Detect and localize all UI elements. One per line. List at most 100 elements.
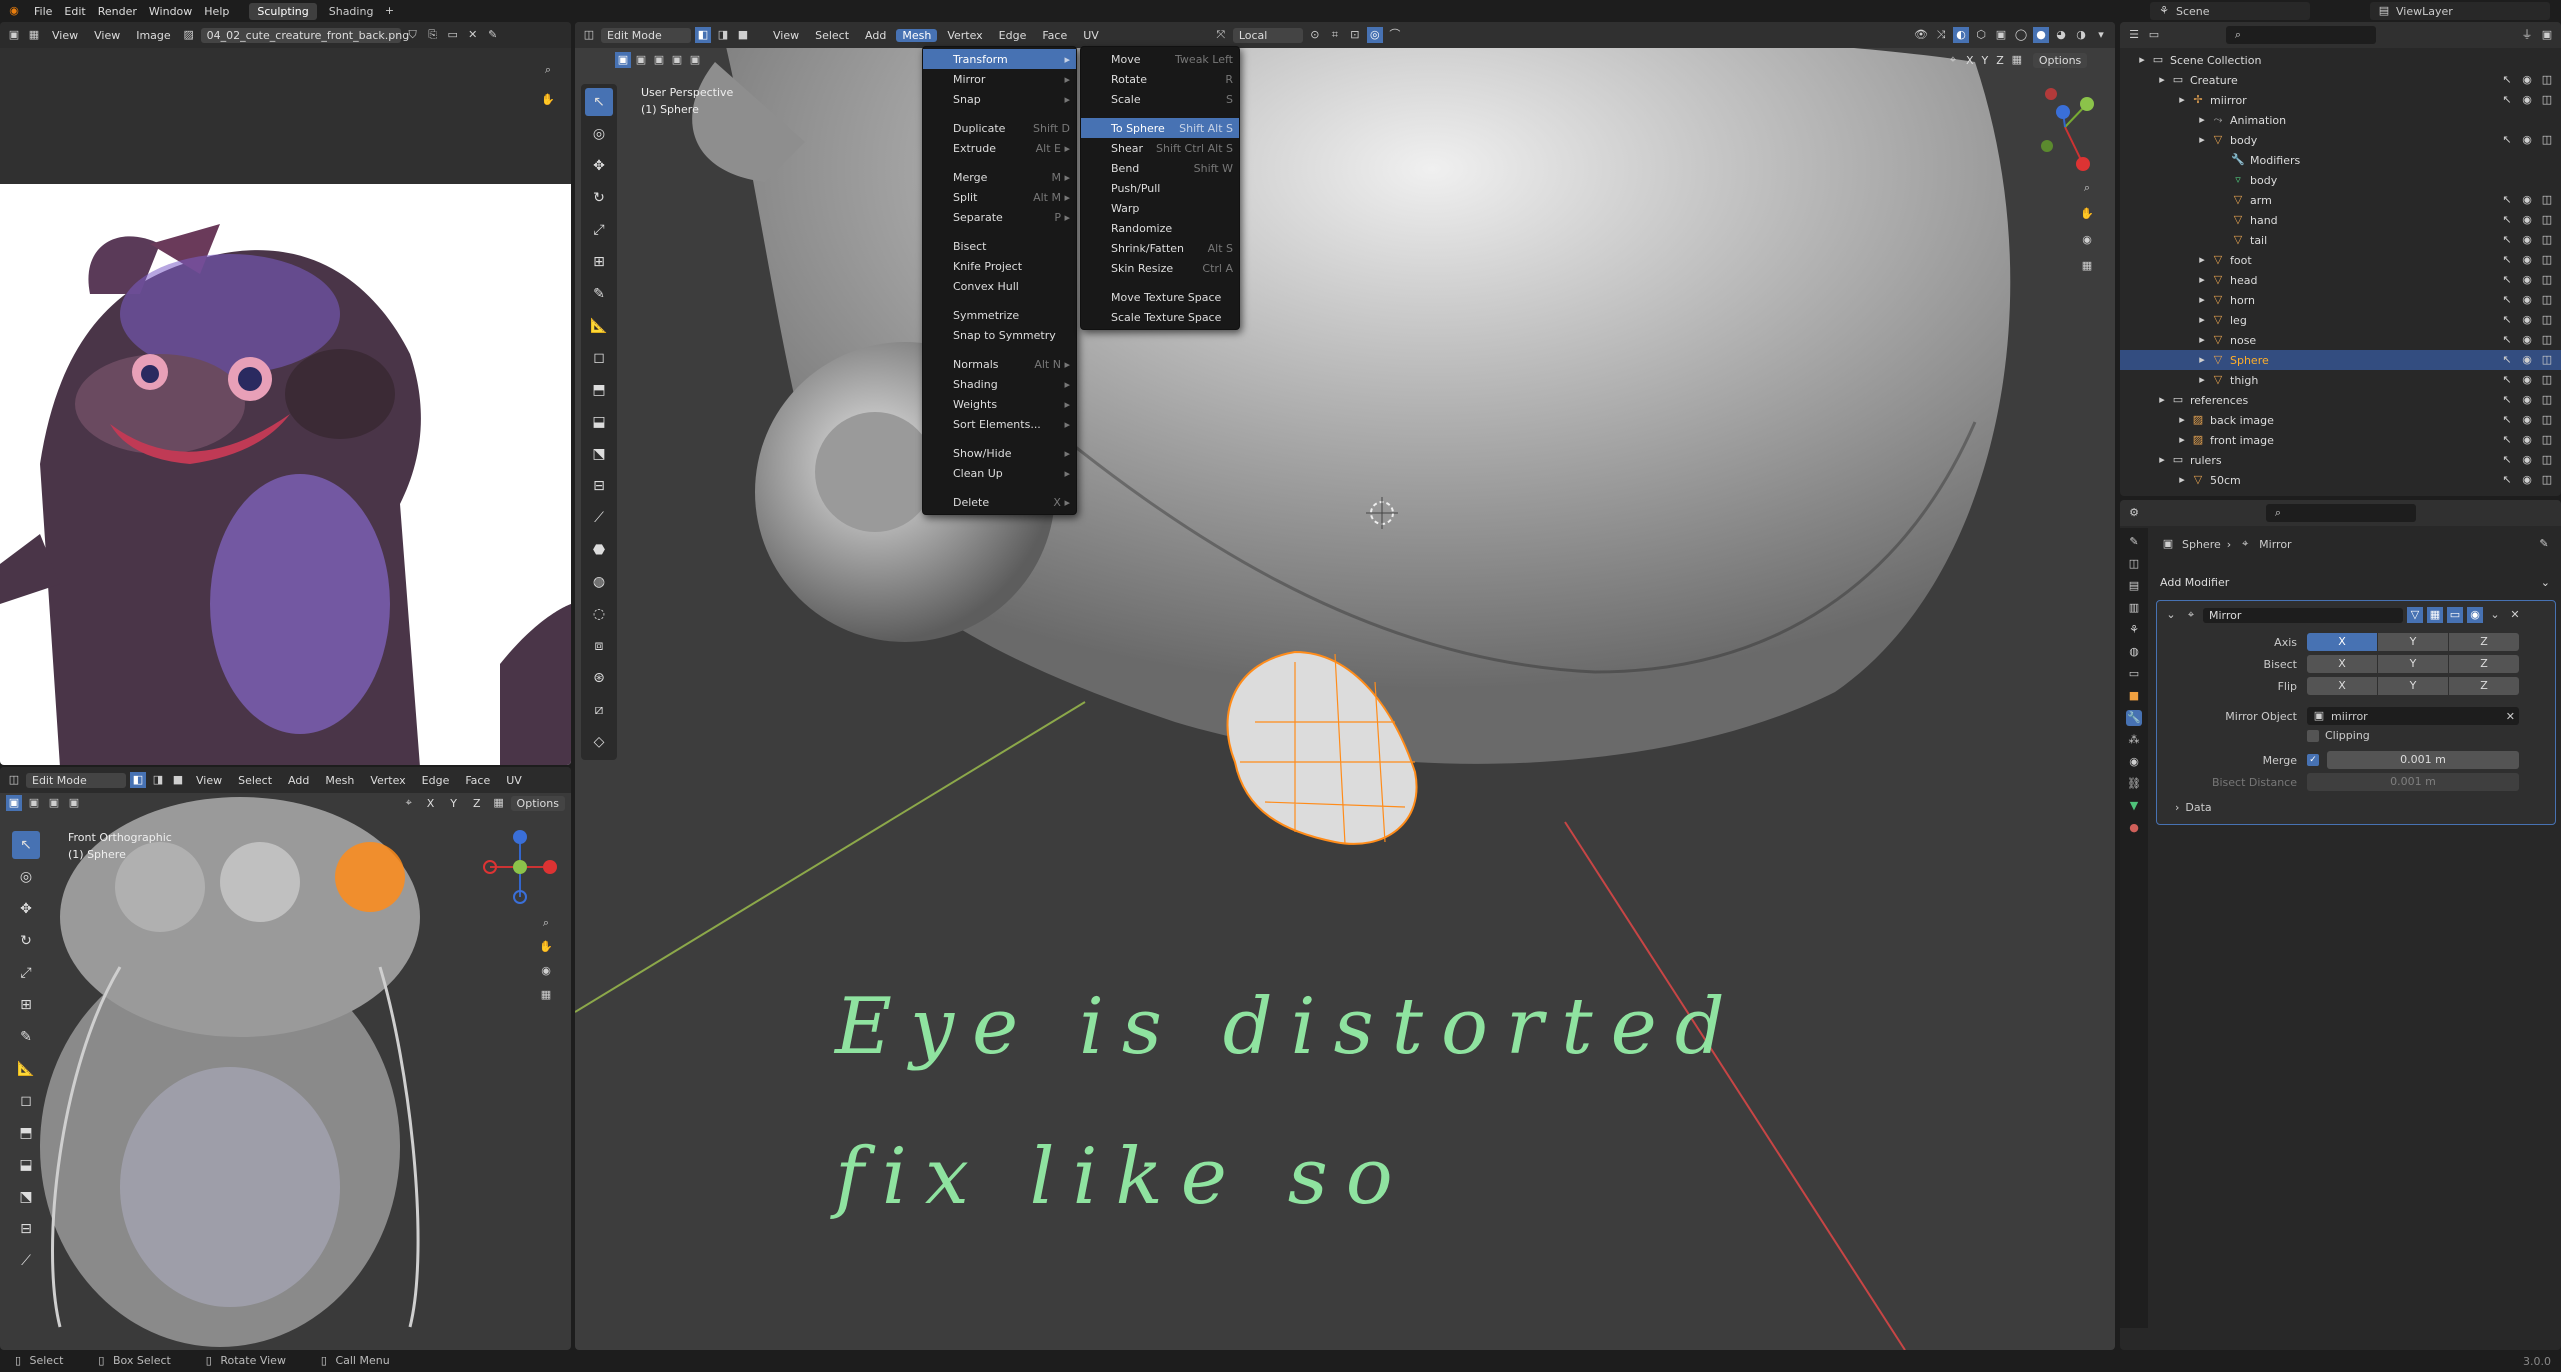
material-tab-icon[interactable]: ●	[2126, 820, 2142, 836]
outliner-row-horn[interactable]: ▸ ▽ horn ↖ ◉ ◫	[2120, 290, 2561, 310]
outliner-row-miirror[interactable]: ▸ ✢ miirror ↖ ◉ ◫	[2120, 90, 2561, 110]
merge-checkbox[interactable]: ✓	[2307, 754, 2319, 766]
modifier-tab-icon[interactable]: 🔧	[2126, 710, 2142, 726]
transform-menu-item-push-pull[interactable]: Push/Pull	[1081, 178, 1239, 198]
open-image-icon[interactable]: ▭	[445, 27, 461, 43]
mirror-axes-icon[interactable]: ⌖	[1945, 52, 1961, 68]
scene-selector[interactable]: ⚘ Scene	[2150, 2, 2310, 20]
main-gizmo[interactable]	[2025, 82, 2105, 172]
eye-icon[interactable]: ◉	[2519, 452, 2535, 468]
zoom-icon[interactable]: ⌕	[538, 915, 554, 931]
render-tab-icon[interactable]: ◫	[2126, 556, 2142, 572]
select-toggle-icon[interactable]: ↖	[2499, 272, 2515, 288]
annotate-tool[interactable]: ✎	[12, 1023, 40, 1051]
main-menu-face[interactable]: Face	[1036, 29, 1073, 42]
transform-menu-item-shrink-fatten[interactable]: Shrink/Fatten Alt S	[1081, 238, 1239, 258]
eye-icon[interactable]: ◉	[2519, 392, 2535, 408]
workspace-tab-shading[interactable]: Shading	[321, 3, 382, 20]
main-options-button[interactable]: Options	[2032, 52, 2088, 68]
mesh-menu-item-sort-elements[interactable]: Sort Elements... ▸	[923, 414, 1076, 434]
axis-x-toggle[interactable]: X	[2307, 633, 2377, 651]
outliner-row-back-image[interactable]: ▸ ▨ back image ↖ ◉ ◫	[2120, 410, 2561, 430]
mesh-menu-item-extrude[interactable]: Extrude Alt E ▸	[923, 138, 1076, 158]
expand-arrow-icon[interactable]: ▸	[2174, 92, 2190, 108]
main-menu-add[interactable]: Add	[859, 29, 892, 42]
select-toggle-icon[interactable]: ↖	[2499, 132, 2515, 148]
select-toggle-icon[interactable]: ↖	[2499, 72, 2515, 88]
output-tab-icon[interactable]: ▤	[2126, 578, 2142, 594]
bevel-tool[interactable]: ⬔	[585, 440, 613, 468]
shrink-fatten-tool[interactable]: ⊛	[585, 664, 613, 692]
camera-toggle-icon[interactable]: ◫	[2539, 472, 2555, 488]
mesh-menu-item-snap-to-symmetry[interactable]: Snap to Symmetry	[923, 325, 1076, 345]
left-gizmo[interactable]	[480, 827, 560, 907]
select-toggle-icon[interactable]: ↖	[2499, 452, 2515, 468]
editor-type-icon[interactable]: ▣	[6, 27, 22, 43]
flip-x-toggle[interactable]: X	[2307, 677, 2377, 695]
mesh-menu-item-snap[interactable]: Snap ▸	[923, 89, 1076, 109]
mesh-menu-item-show-hide[interactable]: Show/Hide ▸	[923, 443, 1076, 463]
mesh-menu-item-knife-project[interactable]: Knife Project	[923, 256, 1076, 276]
camera-toggle-icon[interactable]: ◫	[2539, 312, 2555, 328]
mesh-menu-item-split[interactable]: Split Alt M ▸	[923, 187, 1076, 207]
properties-search[interactable]: ⌕	[2266, 504, 2416, 522]
camera-toggle-icon[interactable]: ◫	[2539, 272, 2555, 288]
knife-tool[interactable]: ⟋	[585, 504, 613, 532]
vertex-select-icon[interactable]: ◧	[695, 27, 711, 43]
falloff-icon[interactable]: ⌒	[1387, 27, 1403, 43]
bisect-z-toggle[interactable]: Z	[2449, 655, 2519, 673]
camera-toggle-icon[interactable]: ◫	[2539, 332, 2555, 348]
view-layer-tab-icon[interactable]: ▥	[2126, 600, 2142, 616]
main-menu-edge[interactable]: Edge	[993, 29, 1033, 42]
transform-menu-item-to-sphere[interactable]: To Sphere Shift Alt S	[1081, 118, 1239, 138]
expand-arrow-icon[interactable]: ▸	[2154, 452, 2170, 468]
expand-arrow-icon[interactable]: ▸	[2194, 112, 2210, 128]
expand-arrow-icon[interactable]: ▸	[2194, 312, 2210, 328]
eye-icon[interactable]: ◉	[2519, 132, 2535, 148]
rip-region-tool[interactable]: ◇	[585, 728, 613, 756]
expand-arrow-icon[interactable]: ▸	[2174, 472, 2190, 488]
constraints-tab-icon[interactable]: ⛓	[2126, 776, 2142, 792]
mesh-menu-item-duplicate[interactable]: Duplicate Shift D	[923, 118, 1076, 138]
image-menu-image[interactable]: Image	[130, 29, 176, 42]
inset-tool[interactable]: ⬓	[12, 1151, 40, 1179]
display-mode-icon[interactable]: ▭	[2146, 27, 2162, 43]
expand-arrow-icon[interactable]: ▸	[2154, 392, 2170, 408]
transform-menu-item-bend[interactable]: Bend Shift W	[1081, 158, 1239, 178]
camera-toggle-icon[interactable]: ◫	[2539, 232, 2555, 248]
eye-icon[interactable]: ◉	[2519, 92, 2535, 108]
clipping-checkbox[interactable]	[2307, 729, 2319, 742]
eye-icon[interactable]: ◉	[2519, 232, 2535, 248]
expand-arrow-icon[interactable]: ▸	[2194, 252, 2210, 268]
mesh-menu-item-weights[interactable]: Weights ▸	[923, 394, 1076, 414]
eye-icon[interactable]: ◉	[2519, 252, 2535, 268]
mesh-menu-item-normals[interactable]: Normals Alt N ▸	[923, 354, 1076, 374]
select-toggle-icon[interactable]: ↖	[2499, 232, 2515, 248]
mesh-menu-item-delete[interactable]: Delete X ▸	[923, 492, 1076, 512]
annotate-tool[interactable]: ✎	[585, 280, 613, 308]
mesh-menu-item-symmetrize[interactable]: Symmetrize	[923, 305, 1076, 325]
select-box-tool[interactable]: ↖	[12, 831, 40, 859]
expand-arrow-icon[interactable]	[2214, 172, 2230, 188]
pan-hand-icon[interactable]: ✋	[2079, 206, 2095, 222]
solid-shading-icon[interactable]: ●	[2033, 27, 2049, 43]
main-menu-view[interactable]: View	[767, 29, 805, 42]
eye-icon[interactable]: ◉	[2519, 472, 2535, 488]
expand-arrow-icon[interactable]: ▸	[2194, 372, 2210, 388]
viewlayer-selector[interactable]: ▤ ViewLayer	[2370, 2, 2550, 20]
proportional-edit-icon[interactable]: ◎	[1366, 27, 1383, 43]
select-toggle-icon[interactable]: ↖	[2499, 252, 2515, 268]
pin-icon[interactable]: ✎	[485, 27, 501, 43]
cursor-tool[interactable]: ◎	[12, 863, 40, 891]
mesh-menu-item-transform[interactable]: Transform ▸	[923, 49, 1076, 69]
viewport-toggle-icon[interactable]: ▭	[2447, 607, 2463, 623]
left-viewport[interactable]: ◫ Edit Mode ◧ ◨ ■ View Select Add Mesh V…	[0, 767, 571, 1350]
select-toggle-icon[interactable]: ↖	[2499, 332, 2515, 348]
expand-arrow-icon[interactable]	[2214, 152, 2230, 168]
main-axis-z[interactable]: Z	[1993, 54, 2007, 67]
select-toggle-icon[interactable]: ↖	[2499, 312, 2515, 328]
bevel-tool[interactable]: ⬔	[12, 1183, 40, 1211]
eye-icon[interactable]: ◉	[2519, 72, 2535, 88]
transform-menu-item-scale-texture-space[interactable]: Scale Texture Space	[1081, 307, 1239, 327]
pin-icon[interactable]: ✎	[2536, 536, 2552, 552]
